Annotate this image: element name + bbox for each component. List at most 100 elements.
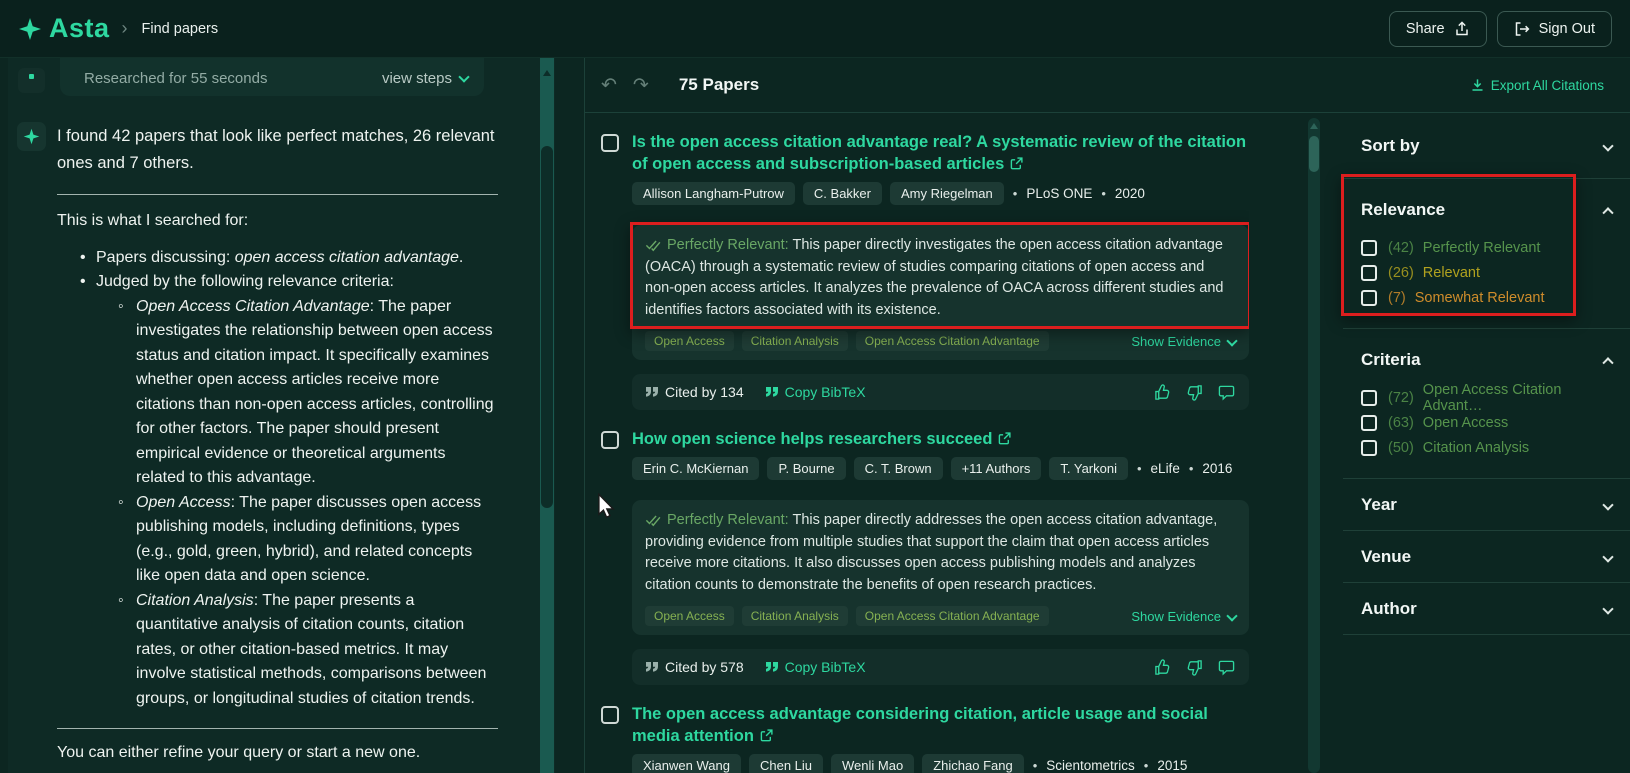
criterion-tag[interactable]: Open Access Citation Advantage [855, 606, 1049, 626]
assistant-sparkle-icon [23, 128, 40, 145]
logo-sparkle-icon [18, 17, 42, 41]
criterion-item: Citation Analysis: The paper presents a … [57, 589, 498, 712]
criterion-tag[interactable]: Citation Analysis [741, 331, 848, 351]
external-link-icon[interactable] [1010, 157, 1023, 170]
filter-item-oaca[interactable]: (72) Open Access Citation Advant… [1361, 382, 1612, 414]
undo-icon[interactable]: ↶ [601, 76, 617, 95]
filter-item-perfectly-relevant[interactable]: (42) Perfectly Relevant [1361, 235, 1612, 260]
scroll-up-arrow[interactable] [543, 70, 551, 76]
filter-count: (42) [1388, 239, 1414, 256]
bullet-text: . [458, 248, 464, 266]
filter-checkbox[interactable] [1361, 289, 1377, 306]
sign-out-button-label: Sign Out [1538, 20, 1595, 37]
thumbs-up-icon[interactable] [1154, 383, 1171, 401]
author-chip[interactable]: Amy Riegelman [889, 182, 1004, 205]
author-chip[interactable]: C. T. Brown [853, 457, 943, 480]
chevron-down-icon [1226, 335, 1238, 347]
author-label: Author [1361, 598, 1417, 618]
cited-by-count: Cited by 134 [665, 384, 744, 400]
paper-title[interactable]: How open science helps researchers succe… [632, 428, 1012, 450]
divider [57, 728, 498, 729]
author-chip[interactable]: Xianwen Wang [632, 754, 741, 773]
author-filter-section[interactable]: Author [1343, 583, 1630, 635]
author-chip[interactable]: Chen Liu [748, 754, 824, 773]
chevron-down-icon [1602, 602, 1614, 615]
criterion-tag[interactable]: Citation Analysis [741, 606, 848, 626]
more-authors-chip[interactable]: +11 Authors [950, 457, 1042, 480]
export-all-citations-button[interactable]: Export All Citations [1471, 78, 1604, 93]
logo-text: Asta [49, 13, 110, 43]
filter-label: Somewhat Relevant [1414, 289, 1545, 306]
filter-item-relevant[interactable]: (26) Relevant [1361, 260, 1612, 285]
quote-icon [646, 387, 658, 397]
author-chip[interactable]: P. Bourne [767, 457, 846, 480]
copy-bibtex-button[interactable]: Copy BibTeX [765, 659, 866, 675]
author-chip[interactable]: Erin C. McKiernan [632, 457, 760, 480]
filter-item-somewhat-relevant[interactable]: (7) Somewhat Relevant [1361, 285, 1612, 310]
results-scrollbar[interactable] [1308, 118, 1320, 773]
paper-title[interactable]: Is the open access citation advantage re… [632, 131, 1249, 175]
double-check-icon [645, 237, 661, 252]
app-logo[interactable]: Asta [18, 13, 110, 44]
paper-meta-row: Xianwen Wang Chen Liu Wenli Mao Zhichao … [632, 754, 1249, 773]
author-chip[interactable]: C. Bakker [802, 182, 882, 205]
show-evidence-button[interactable]: Show Evidence [1131, 334, 1238, 349]
sign-out-button[interactable]: Sign Out [1496, 10, 1612, 47]
breadcrumb[interactable]: Find papers [142, 21, 219, 37]
thumbs-down-icon[interactable] [1186, 659, 1203, 676]
panel-divider [584, 58, 585, 773]
show-evidence-label: Show Evidence [1131, 608, 1221, 624]
criterion-tag[interactable]: Open Access [645, 331, 734, 351]
comment-icon[interactable] [1218, 659, 1235, 676]
thumbs-down-icon[interactable] [1186, 384, 1203, 401]
filter-item-open-access[interactable]: (63) Open Access [1361, 410, 1612, 435]
venue-filter-section[interactable]: Venue [1343, 531, 1630, 583]
relevance-section-header[interactable]: Relevance [1361, 200, 1614, 220]
sort-by-section[interactable]: Sort by [1343, 113, 1630, 179]
scrollbar-thumb[interactable] [1309, 136, 1319, 172]
external-link-icon[interactable] [760, 729, 773, 742]
chat-scrollbar[interactable] [540, 58, 554, 773]
criterion-tag[interactable]: Open Access [645, 606, 734, 626]
redo-icon[interactable]: ↷ [633, 76, 649, 95]
paper-title[interactable]: The open access advantage considering ci… [632, 703, 1249, 747]
chevron-down-icon [458, 71, 470, 83]
paper-checkbox[interactable] [601, 706, 619, 724]
show-evidence-button[interactable]: Show Evidence [1131, 608, 1238, 624]
paper-meta-row: Allison Langham-Putrow C. Bakker Amy Rie… [632, 182, 1249, 205]
research-status-bar: Researched for 55 seconds view steps [60, 58, 484, 96]
research-status-text: Researched for 55 seconds [84, 70, 268, 87]
view-steps-button[interactable]: view steps [382, 70, 470, 87]
author-chip[interactable]: Wenli Mao [831, 754, 915, 773]
author-chip[interactable]: Allison Langham-Putrow [632, 182, 795, 205]
criterion-tag[interactable]: Open Access Citation Advantage [855, 331, 1049, 351]
filter-checkbox[interactable] [1361, 414, 1377, 431]
chevron-up-icon [1602, 357, 1614, 369]
author-chip[interactable]: T. Yarkoni [1049, 457, 1128, 480]
paper-title-text: Is the open access citation advantage re… [632, 133, 1247, 173]
export-all-citations-label: Export All Citations [1490, 77, 1604, 93]
scroll-up-arrow[interactable] [1310, 123, 1318, 129]
filter-checkbox[interactable] [1361, 439, 1377, 456]
list-item: Papers discussing: open access citation … [57, 246, 498, 271]
paper-checkbox[interactable] [601, 134, 619, 152]
comment-icon[interactable] [1218, 384, 1235, 401]
thumbs-up-icon[interactable] [1154, 658, 1171, 676]
filter-checkbox[interactable] [1361, 389, 1377, 406]
filter-item-citation-analysis[interactable]: (50) Citation Analysis [1361, 435, 1612, 460]
paper-checkbox[interactable] [601, 431, 619, 449]
copy-bibtex-button[interactable]: Copy BibTeX [765, 384, 866, 400]
year-filter-section[interactable]: Year [1343, 479, 1630, 531]
filter-checkbox[interactable] [1361, 264, 1377, 281]
list-item: Judged by the following relevance criter… [57, 270, 498, 295]
chat-panel: Researched for 55 seconds view steps I f… [8, 58, 555, 773]
paper-card: Is the open access citation advantage re… [601, 113, 1249, 410]
share-button[interactable]: Share [1388, 10, 1487, 47]
author-chip[interactable]: Zhichao Fang [922, 754, 1024, 773]
criteria-section-header[interactable]: Criteria [1361, 350, 1614, 370]
scrollbar-thumb[interactable] [541, 146, 553, 508]
chevron-down-icon [1602, 550, 1614, 563]
external-link-icon[interactable] [998, 432, 1012, 445]
filter-checkbox[interactable] [1361, 239, 1377, 256]
filter-label: Citation Analysis [1422, 439, 1530, 456]
